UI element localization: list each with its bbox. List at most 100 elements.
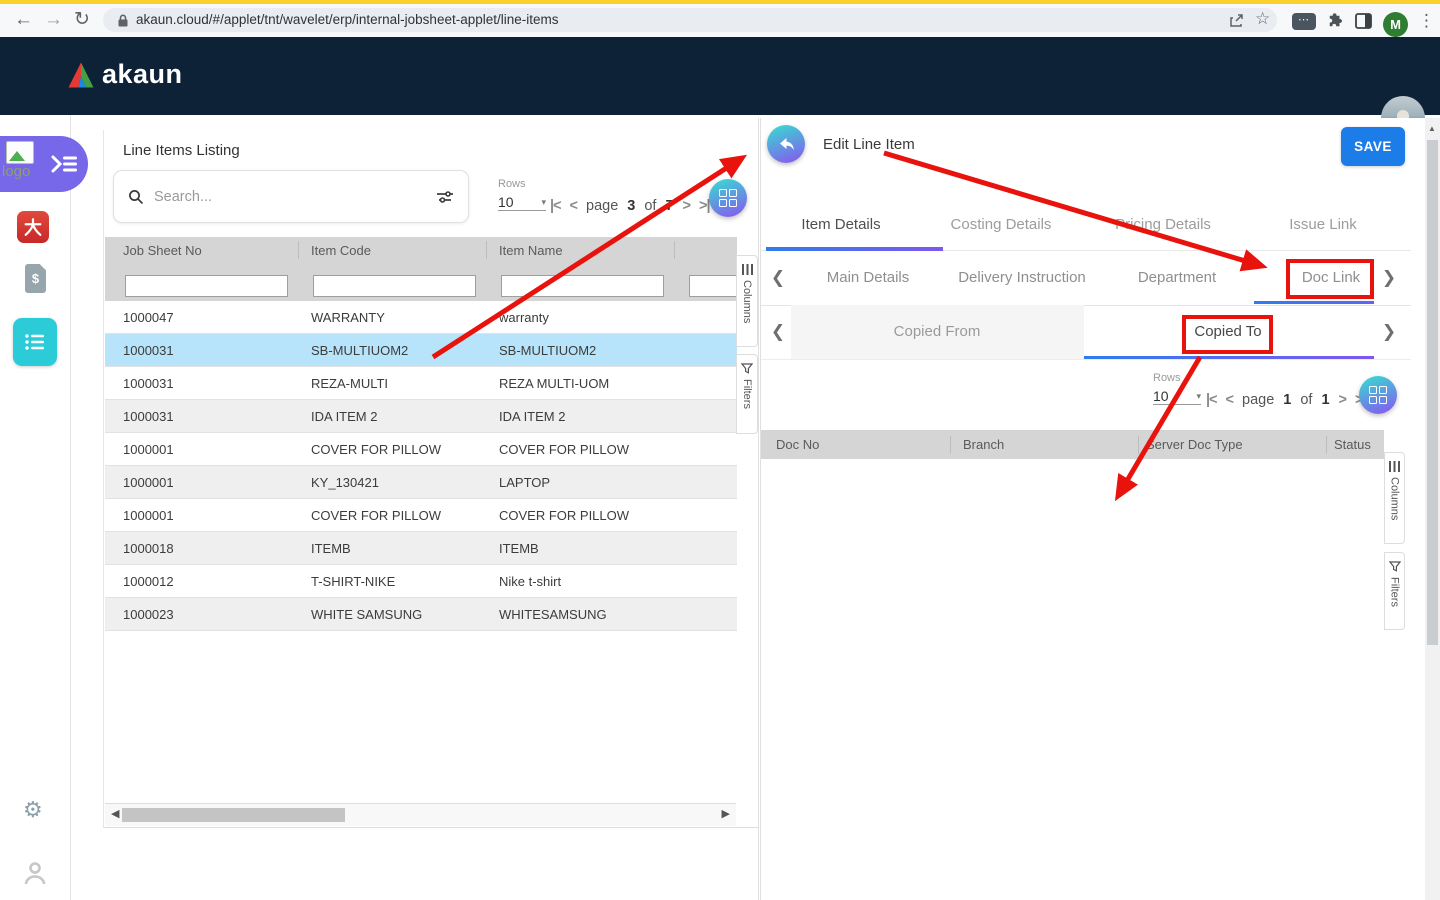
collapse-menu-icon[interactable] — [50, 153, 80, 175]
tab-copied-from[interactable]: Copied From — [894, 305, 981, 359]
scrollbar-thumb[interactable] — [1427, 140, 1438, 645]
doc-link-tab-bar: ❮ Copied From Copied To ❯ — [761, 305, 1411, 360]
table-row[interactable]: 1000012T-SHIRT-NIKENike t-shirt — [105, 565, 737, 598]
tab-costing-details[interactable]: Costing Details — [951, 200, 1052, 250]
scrollbar-thumb[interactable] — [122, 808, 345, 822]
scroll-left-icon[interactable]: ◀ — [111, 807, 119, 820]
next-page-button[interactable]: > — [1339, 392, 1346, 408]
share-icon[interactable] — [1228, 12, 1245, 29]
table-row[interactable]: 1000001COVER FOR PILLOWCOVER FOR PILLOW — [105, 499, 737, 532]
url-text: akaun.cloud/#/applet/tnt/wavelet/erp/int… — [136, 12, 559, 27]
sidebar-app-finance-icon[interactable]: $ — [25, 264, 46, 293]
filter-input-job-sheet-no[interactable] — [125, 275, 288, 297]
browser-menu-icon[interactable]: ⋮ — [1418, 11, 1435, 31]
columns-side-tab[interactable]: Columns — [736, 255, 758, 347]
table-filter-row — [105, 263, 737, 302]
subtab-scroll-left-icon[interactable]: ❮ — [771, 250, 785, 305]
grid-view-button[interactable] — [709, 179, 747, 217]
profile-icon[interactable] — [23, 860, 47, 891]
column-header-doc-no[interactable]: Doc No — [761, 436, 951, 454]
next-page-button[interactable]: > — [683, 198, 690, 214]
table-row[interactable]: 1000001KY_130421LAPTOP — [105, 466, 737, 499]
prev-page-button[interactable]: < — [1226, 392, 1233, 408]
prev-page-button[interactable]: < — [570, 198, 577, 214]
scroll-right-icon[interactable]: ▶ — [722, 807, 730, 820]
table-row[interactable]: 1000031IDA ITEM 2IDA ITEM 2 — [105, 400, 737, 433]
cell-job-sheet-no: 1000001 — [105, 466, 299, 498]
table-row[interactable]: 1000023WHITE SAMSUNGWHITESAMSUNG — [105, 598, 737, 631]
first-page-button[interactable]: |< — [1206, 392, 1217, 408]
column-header-branch[interactable]: Branch — [951, 436, 1139, 454]
tab-pricing-details[interactable]: Pricing Details — [1115, 200, 1211, 250]
column-header-job-sheet-no[interactable]: Job Sheet No — [105, 241, 299, 259]
filter-input-item-code[interactable] — [313, 275, 476, 297]
columns-side-tab[interactable]: Columns — [1384, 452, 1405, 544]
cell-job-sheet-no: 1000001 — [105, 499, 299, 531]
settings-gear-icon[interactable]: ⚙ — [23, 798, 43, 823]
bookmark-star-icon[interactable]: ☆ — [1255, 9, 1270, 29]
rows-per-page-select[interactable]: 10 ▾ — [498, 194, 546, 211]
table-row[interactable]: 1000031REZA-MULTIREZA MULTI-UOM — [105, 367, 737, 400]
subtab-scroll-right-icon[interactable]: ❯ — [1382, 250, 1396, 305]
cell-item-code: T-SHIRT-NIKE — [299, 565, 487, 597]
subtab-main-details[interactable]: Main Details — [827, 250, 910, 305]
doctab-scroll-right-icon[interactable]: ❯ — [1382, 305, 1396, 359]
table-row[interactable]: 1000031SB-MULTIUOM2SB-MULTIUOM2 — [105, 334, 737, 367]
doctab-scroll-left-icon[interactable]: ❮ — [771, 305, 785, 359]
filters-side-tab[interactable]: Filters — [736, 354, 758, 434]
column-header-extra[interactable] — [675, 241, 737, 259]
filters-side-tab[interactable]: Filters — [1384, 552, 1405, 630]
table-row[interactable]: 1000018ITEMBITEMB — [105, 532, 737, 565]
subtab-doc-link[interactable]: Doc Link — [1302, 250, 1360, 305]
extensions-puzzle-icon[interactable] — [1326, 12, 1344, 30]
doc-table-header-row: Doc No Branch Server Doc Type Status — [761, 430, 1384, 459]
search-box — [113, 170, 469, 223]
search-icon — [128, 189, 144, 205]
copied-to-active-underline — [1084, 356, 1374, 359]
filter-input-item-name[interactable] — [501, 275, 664, 297]
column-header-server-doc-type[interactable]: Server Doc Type — [1139, 436, 1327, 454]
side-panel-icon[interactable] — [1355, 13, 1372, 29]
tab-item-details[interactable]: Item Details — [801, 200, 880, 250]
subtab-department[interactable]: Department — [1138, 250, 1216, 305]
table-row[interactable]: 1000001COVER FOR PILLOWCOVER FOR PILLOW — [105, 433, 737, 466]
of-word: of — [644, 198, 656, 214]
sidebar-app-listing-icon[interactable] — [13, 318, 57, 366]
filter-input-extra[interactable] — [689, 275, 737, 297]
browser-forward-icon[interactable]: → — [44, 7, 63, 33]
cell-item-name: REZA MULTI-UOM — [487, 367, 675, 399]
grid-icon — [1369, 386, 1387, 404]
cell-job-sheet-no: 1000031 — [105, 367, 299, 399]
save-button[interactable]: SAVE — [1341, 127, 1405, 166]
rows-per-page-select[interactable]: 10 ▾ — [1153, 388, 1201, 405]
brand-name: akaun — [102, 59, 183, 90]
column-header-status[interactable]: Status — [1327, 436, 1384, 454]
browser-back-icon[interactable]: ← — [14, 7, 33, 33]
tab-copied-to[interactable]: Copied To — [1194, 305, 1261, 359]
scroll-up-icon[interactable]: ▲ — [1428, 124, 1436, 133]
search-input[interactable] — [152, 188, 428, 206]
first-page-button[interactable]: |< — [550, 198, 561, 214]
browser-profile-avatar[interactable]: M — [1383, 12, 1408, 37]
extension-badge-icon[interactable]: ⋯ — [1292, 13, 1316, 30]
table-row[interactable]: 1000047WARRANTYwarranty — [105, 301, 737, 334]
browser-address-bar[interactable]: akaun.cloud/#/applet/tnt/wavelet/erp/int… — [103, 8, 1277, 32]
tab-issue-link[interactable]: Issue Link — [1289, 200, 1357, 250]
brand-logo: akaun — [66, 59, 183, 90]
column-header-item-code[interactable]: Item Code — [299, 241, 487, 259]
sidebar-logo-pill[interactable]: logo — [0, 136, 88, 192]
grid-view-button[interactable] — [1359, 376, 1397, 414]
subtab-delivery-instruction[interactable]: Delivery Instruction — [958, 250, 1086, 305]
cell-extra — [675, 367, 737, 399]
doc-link-active-underline — [1254, 301, 1374, 304]
browser-reload-icon[interactable]: ↻ — [74, 7, 90, 33]
columns-icon — [742, 264, 753, 275]
back-button[interactable] — [767, 125, 805, 163]
filter-lines-icon[interactable] — [436, 190, 454, 204]
column-header-item-name[interactable]: Item Name — [487, 241, 675, 259]
last-page-button[interactable]: >| — [699, 198, 710, 214]
vertical-scrollbar[interactable]: ▲ — [1425, 118, 1440, 900]
page-number: 3 — [627, 198, 635, 214]
horizontal-scrollbar[interactable]: ◀ ▶ — [105, 803, 736, 826]
sidebar-app-dahua-icon[interactable] — [17, 211, 49, 243]
